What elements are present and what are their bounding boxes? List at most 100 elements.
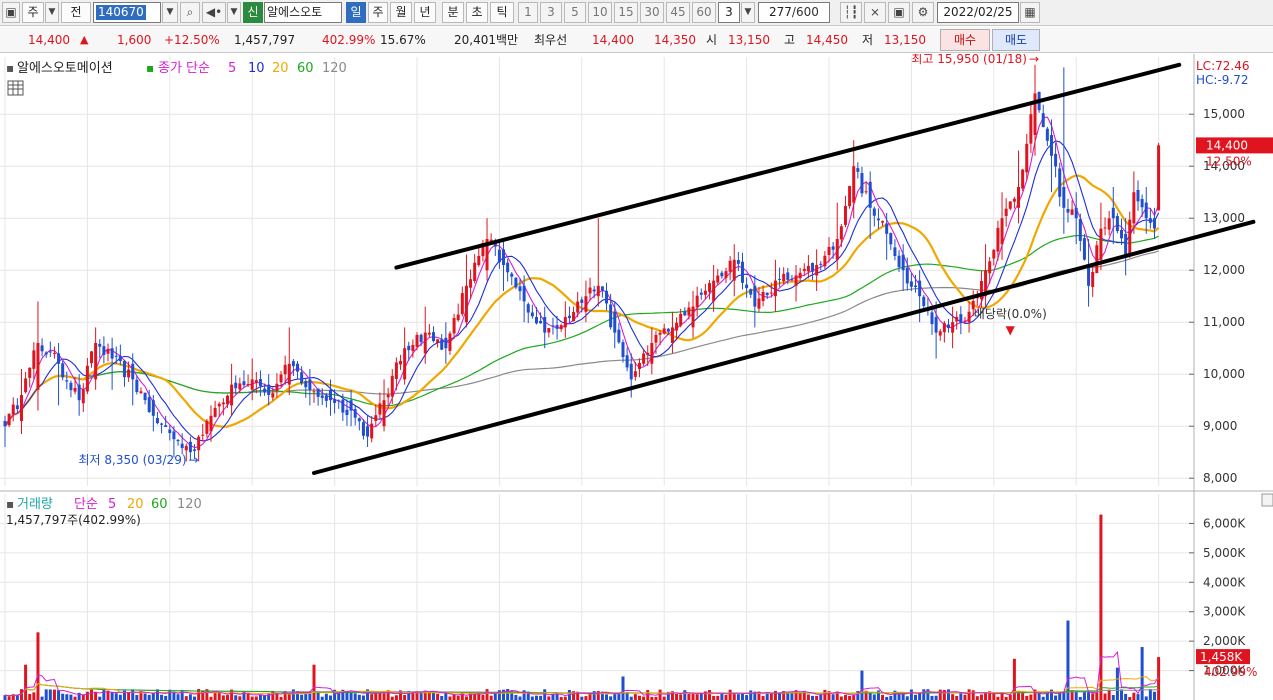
stock-name-field[interactable]: 알에스오토 [264,2,342,23]
volume-bar [1132,692,1136,700]
volume-bar [160,694,164,700]
volume-bar [823,689,827,700]
volume-bar [514,694,518,700]
period-month-button[interactable]: 월 [390,2,412,23]
ma10-label: 10 [248,61,265,76]
best-bid-2: 14,350 [654,33,696,47]
candle-body [745,284,749,289]
code-dropdown-icon[interactable]: ▼ [162,2,178,23]
period-minute-button[interactable]: 분 [442,2,464,23]
volume-bar [712,695,716,700]
volume-bar [250,696,254,700]
volume-panel-expand-button[interactable] [1261,493,1273,507]
interval-45-button[interactable]: 45 [666,2,690,23]
period-year-button[interactable]: 년 [414,2,436,23]
candle-body [110,348,114,359]
period-day-button[interactable]: 일 [346,2,366,23]
volume-bar [1148,689,1152,700]
candle-body [390,375,394,397]
volume-bar [1087,691,1091,700]
interval-10-button[interactable]: 10 [588,2,612,23]
chevron-down-icon[interactable]: ▼ [45,2,59,23]
volume-bar [584,696,588,700]
volume-bar [708,689,712,700]
interval-1-button[interactable]: 1 [518,2,538,23]
interval-30-button[interactable]: 30 [640,2,664,23]
candle-body [909,281,913,287]
market-select[interactable]: 주 [22,2,44,23]
candle-body [1099,228,1103,260]
current-price: 14,400 [28,33,70,47]
candle-body [477,255,481,266]
best-bid-label: 최우선 [534,33,568,47]
candle-body [378,403,382,415]
search-icon[interactable]: ⌕ [180,2,200,23]
candle-body [436,339,440,343]
candle-body [464,285,468,323]
volume-bar [506,688,510,700]
chart-svg[interactable]: 8,0009,00010,00011,00012,00013,00014,000… [0,52,1273,700]
candle-body [15,405,19,410]
interval-5-button[interactable]: 5 [564,2,586,23]
volume-bar [609,696,613,700]
volume-value: 1,457,797 [234,33,296,47]
volume-bar [769,693,773,700]
gear-icon[interactable]: ⚙ [912,2,934,23]
interval-input[interactable]: 3 [718,2,740,23]
volume-bar [889,695,893,700]
chart-area[interactable]: 8,000 9,000 10,000 11,000 12,000 13,000 14,000… [0,52,1273,700]
period-week-button[interactable]: 주 [368,2,388,23]
volume-bar [662,696,666,700]
code-input[interactable]: 140670 [93,2,161,23]
candle-body [69,382,73,391]
candle-body [193,449,197,451]
chart-type-icon[interactable]: ┆┇ [840,2,862,23]
candle-body [440,339,444,350]
calendar-icon[interactable]: ▦ [1020,2,1040,23]
speaker-icon[interactable]: ◀• [202,2,226,23]
candle-body [621,342,625,358]
count-input[interactable]: 277/600 [758,2,830,23]
candle-body [798,272,802,279]
volume-bar [695,694,699,700]
volume-bar [300,694,304,700]
volume-current-pct-text: 402.99% [1204,665,1257,679]
candle-body [506,262,510,273]
candle-body [242,381,246,386]
candle-body [230,384,234,406]
candle-body [386,394,390,398]
window-icon[interactable]: ▣ [2,2,20,23]
volume-tick-label: 2,000K [1203,634,1246,648]
interval-3-button[interactable]: 3 [540,2,562,23]
candle-body [370,423,374,439]
candle-body [1124,233,1128,255]
volume-bar [263,695,267,700]
low-annotation: 최저 8,350 (03/29) [79,453,187,467]
candle-body [522,285,526,302]
table-icon[interactable] [7,80,24,96]
period-tick-button[interactable]: 틱 [490,2,514,23]
speaker-dropdown-icon[interactable]: ▼ [227,2,241,23]
lower-trendline [312,219,1256,475]
date-input[interactable]: 2022/02/25 [937,2,1019,23]
volume-bar [370,694,374,700]
interval-dropdown-icon[interactable]: ▼ [741,2,755,23]
candle-body [118,355,122,362]
volume-bar [778,692,782,700]
volume-info: 1,457,797주(402.99%) [6,513,141,527]
type-select[interactable]: 전 [61,2,91,23]
volume-bar [716,695,720,700]
candle-body [786,272,790,280]
candle-body [901,254,905,271]
volume-bar [946,689,950,700]
sell-button[interactable]: 매도 [992,29,1040,51]
interval-60-button[interactable]: 60 [692,2,716,23]
buy-button[interactable]: 매수 [940,29,990,51]
period-second-button[interactable]: 초 [466,2,488,23]
save-icon[interactable]: ▣ [888,2,910,23]
interval-15-button[interactable]: 15 [614,2,638,23]
candle-body [819,263,823,265]
up-triangle-icon: ▲ [80,33,89,46]
candle-body [831,246,835,250]
indicator-icon[interactable]: ⨯ [864,2,886,23]
